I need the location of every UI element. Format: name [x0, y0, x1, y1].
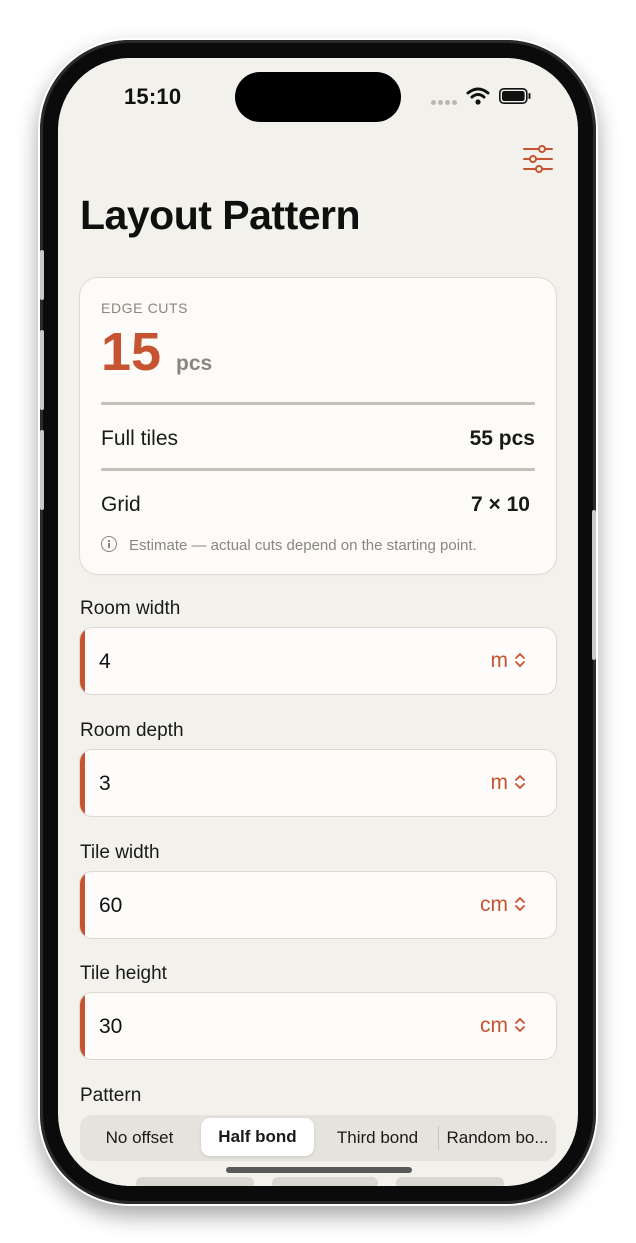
chevron-up-down-icon — [515, 1018, 525, 1032]
estimate-note-text: Estimate — actual cuts depend on the sta… — [129, 537, 477, 554]
home-indicator[interactable] — [226, 1167, 412, 1173]
offscreen-control — [396, 1177, 504, 1186]
edge-cuts-label: EDGE CUTS — [101, 300, 189, 316]
tile-height-field[interactable]: 30 cm — [80, 993, 556, 1059]
grid-label: Grid — [101, 493, 141, 516]
pattern-option-half-bond[interactable]: Half bond — [201, 1118, 314, 1156]
summary-card: EDGE CUTS 15 pcs Full tiles 55 pcs Grid … — [80, 278, 556, 574]
pattern-option-third-bond[interactable]: Third bond — [317, 1115, 438, 1161]
pattern-option-no-offset[interactable]: No offset — [80, 1115, 199, 1161]
tile-width-input[interactable]: 60 — [99, 894, 122, 918]
room-width-label: Room width — [80, 598, 181, 619]
tile-height-unit-picker[interactable]: cm — [480, 1014, 526, 1038]
room-width-unit-picker[interactable]: m — [491, 649, 527, 673]
app-screen: 15:10 Layout Pattern EDGE CUTS 15 pcs Fu… — [58, 58, 578, 1186]
room-width-unit: m — [490, 649, 509, 672]
tile-height-label: Tile height — [80, 963, 167, 984]
power-button — [592, 510, 596, 660]
dynamic-island — [235, 72, 401, 122]
chevron-up-down-icon — [515, 897, 525, 911]
action-button — [40, 250, 44, 300]
divider — [101, 402, 535, 405]
status-time: 15:10 — [124, 84, 182, 109]
sliders-icon[interactable] — [522, 144, 554, 174]
volume-down-button — [40, 430, 44, 510]
pattern-segmented-control: No offset Half bond Third bond Random bo… — [80, 1115, 556, 1161]
tile-height-unit: cm — [480, 1014, 508, 1037]
battery-icon — [499, 88, 531, 104]
tile-width-unit: cm — [480, 893, 508, 916]
room-depth-input[interactable]: 3 — [99, 772, 111, 796]
offscreen-control — [272, 1177, 378, 1186]
offscreen-control — [136, 1177, 254, 1186]
volume-up-button — [40, 330, 44, 410]
room-width-field[interactable]: 4 m — [80, 628, 556, 694]
estimate-note: Estimate — actual cuts depend on the sta… — [101, 536, 477, 554]
pattern-option-random-bond[interactable]: Random bo... — [439, 1115, 556, 1161]
pattern-label: Pattern — [80, 1085, 142, 1106]
page-title: Layout Pattern — [80, 192, 361, 238]
room-depth-label: Room depth — [80, 720, 184, 741]
info-icon — [101, 536, 117, 552]
tile-height-input[interactable]: 30 — [99, 1015, 122, 1039]
room-depth-unit-picker[interactable]: m — [491, 771, 527, 795]
room-depth-unit: m — [490, 771, 509, 794]
tile-width-field[interactable]: 60 cm — [80, 872, 556, 938]
tile-width-label: Tile width — [80, 842, 160, 863]
full-tiles-label: Full tiles — [101, 427, 179, 450]
room-depth-field[interactable]: 3 m — [80, 750, 556, 816]
tile-width-unit-picker[interactable]: cm — [480, 893, 526, 917]
chevron-up-down-icon — [515, 775, 525, 789]
grid-value: 7 × 10 — [471, 493, 530, 516]
divider — [101, 468, 535, 471]
chevron-up-down-icon — [515, 653, 525, 667]
full-tiles-value: 55 pcs — [469, 427, 535, 450]
edge-cuts-unit: pcs — [176, 352, 213, 375]
cellular-signal-icon — [431, 100, 459, 108]
edge-cuts-value: 15 — [101, 322, 162, 382]
wifi-icon — [466, 87, 490, 105]
room-width-input[interactable]: 4 — [99, 650, 111, 674]
